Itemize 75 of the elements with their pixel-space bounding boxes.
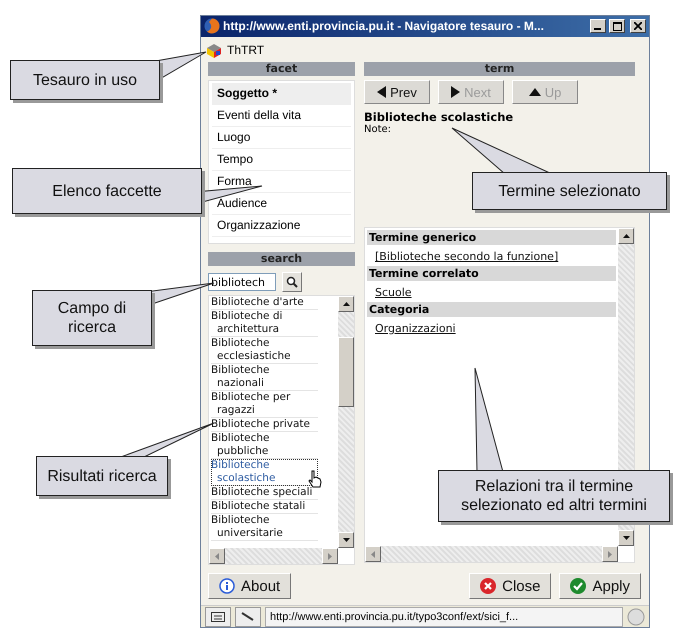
right-arrow-icon (328, 552, 332, 560)
status-url: http://www.enti.provincia.pu.it/typo3conf/ext/sici_f... (265, 606, 623, 627)
annotation-tooltip: Campo di ricerca (32, 290, 152, 346)
down-arrow-icon (622, 536, 630, 540)
facet-item[interactable]: Eventi della vita (212, 105, 351, 128)
annotation-tooltip: Termine selezionato (472, 172, 667, 210)
annotation-tooltip: Risultati ricerca (36, 456, 168, 496)
left-arrow-icon (215, 552, 219, 560)
scroll-up-button[interactable] (618, 228, 634, 244)
close-button[interactable] (630, 19, 646, 34)
about-button[interactable]: About (208, 573, 292, 600)
up-triangle-icon (528, 88, 541, 96)
result-item[interactable]: Biblioteche di architettura (211, 310, 318, 338)
close-icon (480, 578, 496, 594)
scroll-left-button[interactable] (365, 546, 381, 562)
nav-button[interactable]: Prev (364, 80, 430, 104)
section-header: facet (208, 62, 355, 76)
scroll-right-button[interactable] (322, 548, 338, 564)
result-item[interactable]: Biblioteche nazionali (211, 364, 318, 392)
result-item[interactable]: Biblioteche per ragazzi (211, 391, 318, 418)
section-header: term (364, 62, 635, 76)
term-title: Biblioteche scolastiche (364, 110, 514, 124)
relation-header: Termine generico (367, 230, 616, 246)
relation-header: Categoria (367, 302, 616, 318)
search-field[interactable]: bibliotech (208, 273, 276, 292)
browser-logo-icon (204, 18, 220, 34)
vertical-scrollbar[interactable] (338, 296, 354, 548)
relation-header: Termine correlato (367, 266, 616, 282)
cube-icon (205, 42, 223, 58)
status-circle-icon (627, 608, 645, 626)
facet-item[interactable]: Soggetto * (212, 83, 351, 106)
apply-button[interactable]: Apply (559, 573, 641, 600)
relation-link[interactable]: Scuole (367, 283, 420, 302)
result-item[interactable]: Biblioteche private (211, 418, 318, 432)
result-item[interactable]: Biblioteche statali (211, 500, 318, 514)
thesaurus-name: ThTRT (227, 42, 264, 56)
result-item[interactable]: Biblioteche speciali (211, 486, 318, 500)
info-icon (219, 578, 235, 594)
horizontal-scrollbar[interactable] (209, 548, 338, 564)
scroll-down-button[interactable] (618, 530, 634, 546)
search-button[interactable] (282, 272, 302, 292)
result-item[interactable]: Biblioteche universitarie (211, 514, 318, 542)
section-header: search (208, 252, 355, 266)
maximize-button[interactable] (609, 19, 625, 34)
facet-item[interactable]: Tempo (212, 149, 351, 172)
scroll-thumb[interactable] (338, 337, 354, 408)
note-label: Note: (364, 124, 392, 136)
window-title: http://www.enti.provincia.pu.it - Navigatore tesauro - M... (223, 19, 545, 34)
result-item[interactable]: Biblioteche pubbliche (211, 432, 318, 460)
close-button[interactable]: Close (469, 573, 552, 600)
checkmark-icon (570, 578, 586, 594)
relation-link[interactable]: [Biblioteche secondo la funzione] (367, 247, 566, 266)
facet-item[interactable]: Organizzazione (212, 215, 351, 238)
right-triangle-icon (451, 86, 460, 98)
left-arrow-icon (371, 550, 375, 558)
down-arrow-icon (342, 538, 350, 542)
result-item[interactable]: Biblioteche d'arte (211, 296, 318, 310)
search-icon (286, 276, 298, 288)
result-item[interactable]: Biblioteche ecclesiastiche (211, 337, 318, 364)
right-arrow-icon (608, 550, 612, 558)
minimize-button[interactable] (590, 19, 606, 34)
close-icon (634, 22, 642, 30)
maximize-icon (612, 22, 622, 31)
horizontal-scrollbar[interactable] (365, 546, 618, 562)
up-arrow-icon (622, 234, 630, 238)
up-arrow-icon (342, 302, 350, 306)
scroll-right-button[interactable] (602, 546, 618, 562)
facet-item[interactable]: Luogo (212, 127, 351, 150)
hand-cursor-icon (308, 470, 322, 488)
scroll-left-button[interactable] (209, 548, 225, 564)
relation-link[interactable]: Organizzazioni (367, 319, 464, 338)
scroll-down-button[interactable] (338, 532, 354, 548)
scroll-up-button[interactable] (338, 296, 354, 312)
annotation-tooltip: Elenco faccette (12, 168, 202, 214)
left-triangle-icon (377, 86, 386, 98)
